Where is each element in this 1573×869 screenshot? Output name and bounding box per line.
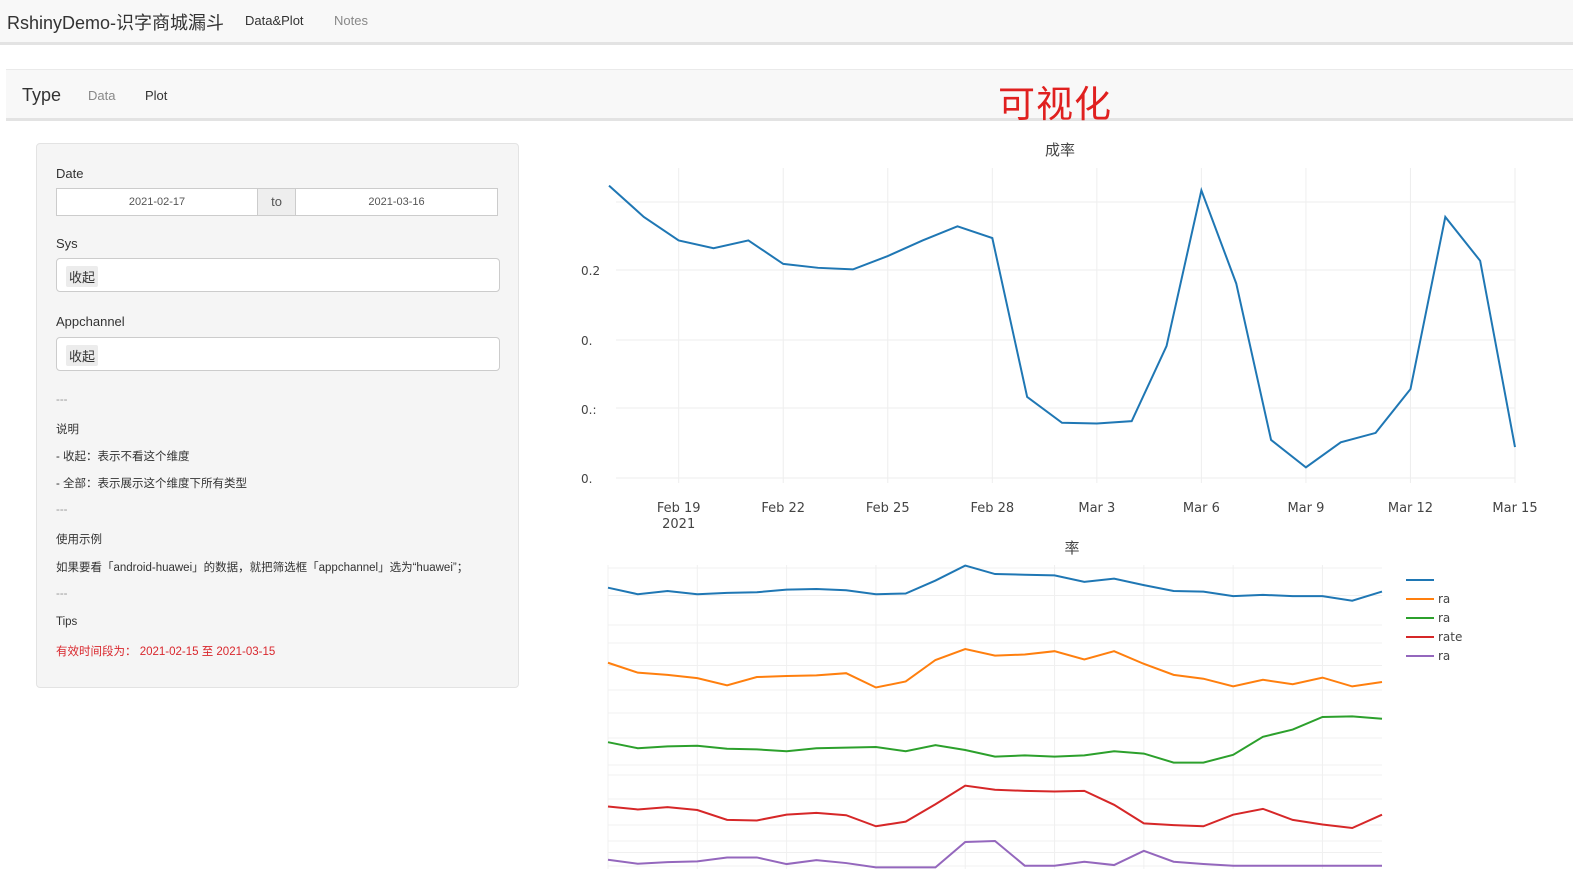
chart1-x-tick-label: Feb 28 — [970, 501, 1014, 516]
chart2-legend-label: ra — [1438, 592, 1450, 606]
date-range-separator: to — [258, 188, 295, 216]
chart1-title: 成率 — [1045, 141, 1075, 159]
chart1-x-tick-label: Mar 12 — [1388, 501, 1433, 516]
nav-data-plot[interactable]: Data&Plot — [245, 13, 304, 28]
tab-plot[interactable]: Plot — [145, 88, 167, 103]
chart1-x-tick-label: 2021 — [662, 517, 695, 532]
sub-navbar: Type Data Plot — [6, 69, 1573, 121]
example-title: 使用示例 — [56, 534, 102, 546]
subnav-brand: Type — [22, 85, 62, 105]
appchannel-label: Appchannel — [56, 314, 125, 329]
sys-selected-value[interactable]: 收起 — [66, 266, 99, 287]
divider-text: --- — [56, 394, 68, 406]
top-navbar: RshinyDemo-识字商城漏斗 Data&Plot Notes — [0, 0, 1573, 45]
appchannel-selected-value[interactable]: 收起 — [66, 345, 99, 366]
multi-rate-chart: 率 ra ra rate ra — [607, 539, 1462, 869]
chart1-series-line — [608, 184, 1516, 469]
divider-text: --- — [56, 504, 68, 516]
app-title[interactable]: RshinyDemo-识字商城漏斗 — [7, 9, 224, 35]
chart2-series-line — [607, 715, 1383, 764]
date-end-input[interactable]: 2021-03-16 — [295, 188, 498, 216]
note-line: - 收起：表示不看这个维度 — [56, 451, 190, 463]
chart1-x-tick-label: Mar 15 — [1492, 501, 1537, 516]
conversion-rate-chart: 成率 Feb 192021 Feb 22 Feb 25 Feb 28 Mar 3 Mar … — [581, 141, 1538, 532]
chart1-x-tick-label: Feb 22 — [761, 501, 805, 516]
chart1-y-tick-label: 0. — [581, 472, 592, 486]
chart2-legend-label: ra — [1438, 649, 1450, 663]
date-start-input[interactable]: 2021-02-17 — [56, 188, 258, 216]
chart1-x-tick-label: Mar 9 — [1287, 501, 1324, 516]
chart2-series-line — [607, 839, 1382, 869]
chart1-x-tick-label: Mar 6 — [1183, 501, 1220, 516]
example-line: 如果要看「android-huawei」的数据，就把筛选框「appchannel… — [56, 562, 469, 574]
note-title: 说明 — [56, 424, 79, 436]
divider-text: --- — [56, 588, 68, 600]
chart1-y-tick-label: 0.: — [581, 403, 597, 417]
sys-label: Sys — [56, 236, 78, 251]
chart2-series-line — [607, 647, 1383, 689]
chart2-legend-label: rate — [1438, 630, 1462, 644]
filter-sidebar: Date 2021-02-17 to 2021-03-16 Sys 收起 App… — [36, 143, 519, 688]
note-line: - 全部：表示展示这个维度下所有类型 — [56, 478, 248, 490]
chart2-title: 率 — [1064, 539, 1079, 557]
chart1-y-tick-label: 0.2 — [581, 264, 600, 278]
chart2-legend-label: ra — [1438, 611, 1450, 625]
tips-line: 有效时间段为： 2021-02-15 至 2021-03-15 — [56, 646, 276, 658]
chart1-y-tick-label: 0. — [581, 334, 592, 348]
chart1-x-tick-label: Mar 3 — [1078, 501, 1115, 516]
date-label: Date — [56, 166, 84, 181]
chart2-series-line — [607, 784, 1383, 830]
nav-notes[interactable]: Notes — [334, 13, 368, 28]
sys-select[interactable]: 收起 — [56, 258, 500, 292]
page-heading: 可视化 — [998, 83, 1112, 126]
charts-area: 成率 Feb 192021 Feb 22 Feb 25 Feb 28 Mar 3 Mar … — [581, 141, 1538, 869]
chart1-x-tick-label: Feb 19 — [657, 501, 701, 516]
appchannel-select[interactable]: 收起 — [56, 337, 500, 371]
chart1-x-tick-label: Feb 25 — [866, 501, 910, 516]
tips-title: Tips — [56, 616, 78, 628]
tab-data[interactable]: Data — [88, 88, 115, 103]
